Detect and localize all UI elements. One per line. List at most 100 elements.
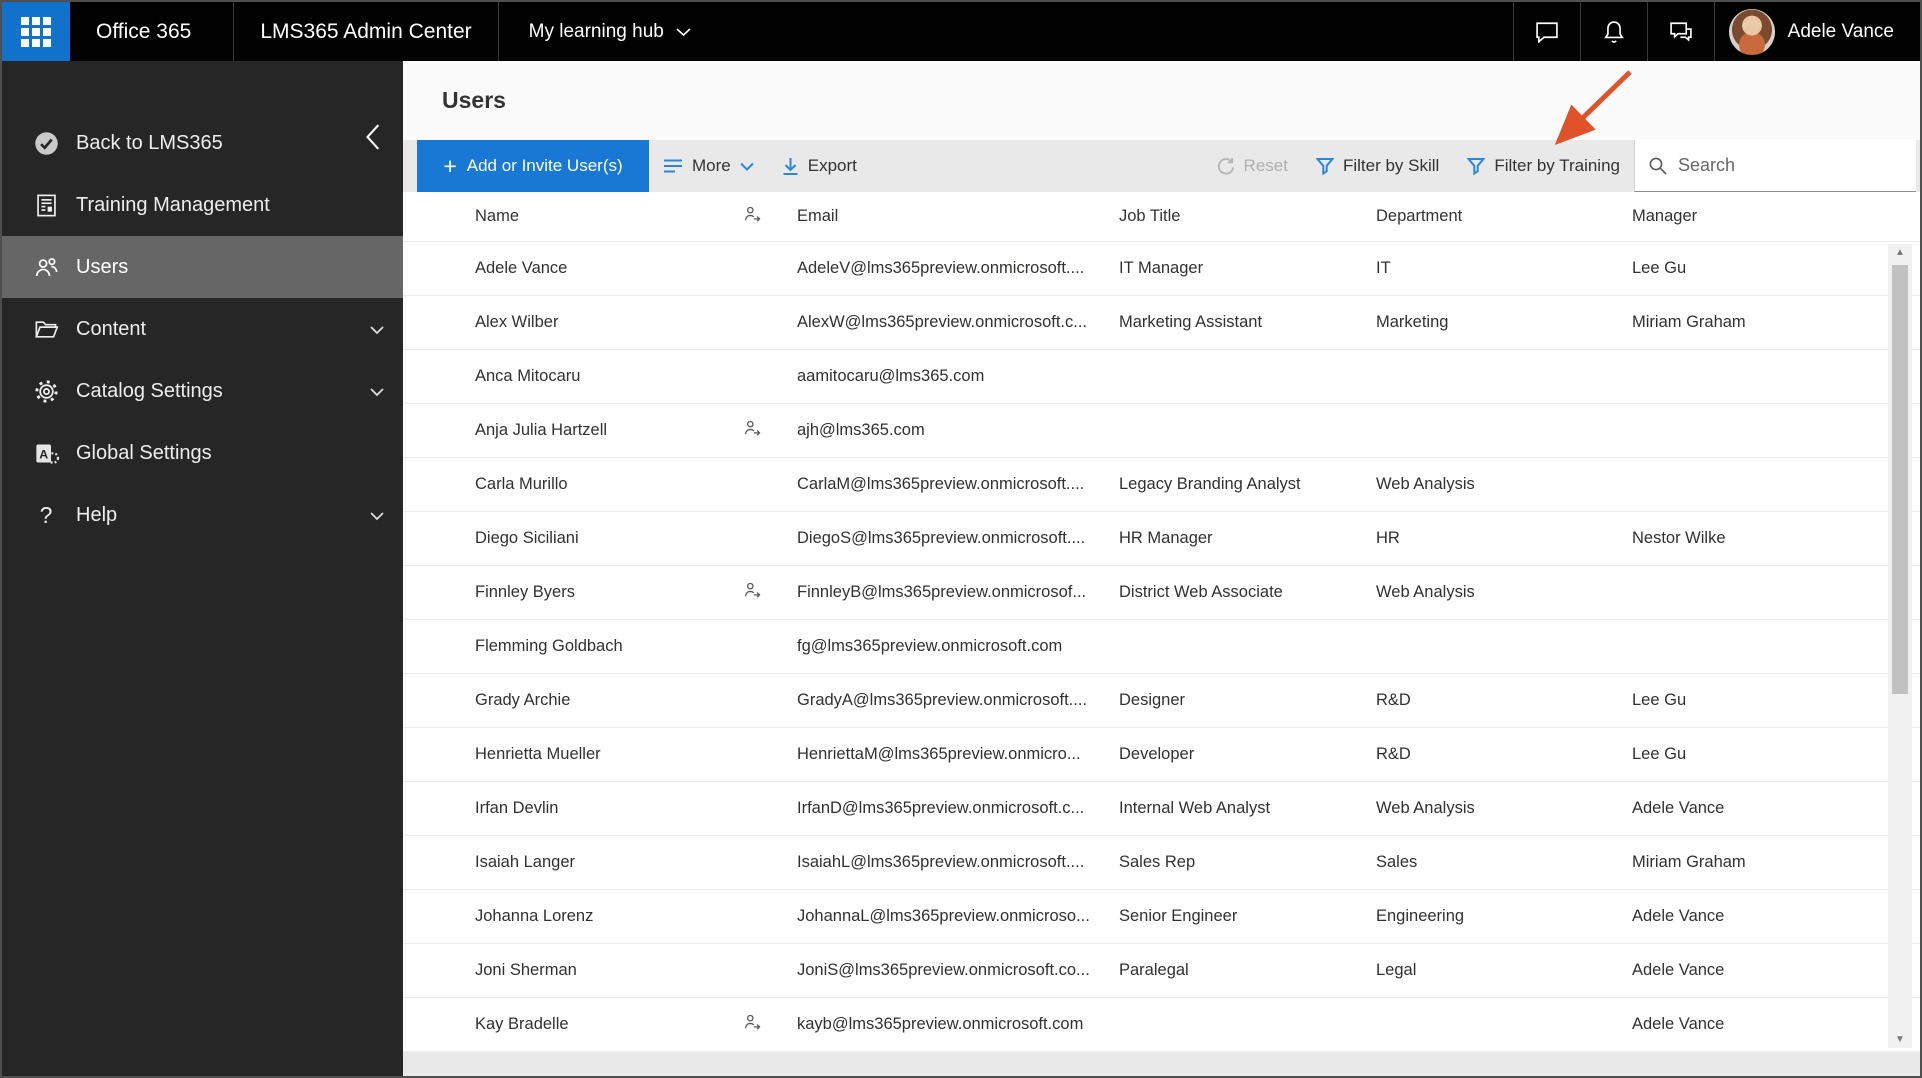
- bell-icon[interactable]: [1581, 2, 1647, 61]
- topbar-divider: [1713, 2, 1715, 61]
- sidebar-item-catalog-settings[interactable]: Catalog Settings: [2, 360, 403, 422]
- guest-user-icon: [742, 580, 797, 606]
- job-title-cell: District Web Associate: [1119, 583, 1283, 601]
- chat-icon[interactable]: [1514, 2, 1580, 61]
- department-cell: R&D: [1376, 691, 1411, 709]
- department-cell: IT: [1376, 259, 1391, 277]
- user-name-cell: Isaiah Langer: [475, 853, 575, 871]
- feedback-icon[interactable]: [1648, 2, 1714, 61]
- email-cell: CarlaM@lms365preview.onmicrosoft....: [797, 475, 1085, 493]
- reset-button[interactable]: Reset: [1201, 140, 1302, 192]
- hub-menu[interactable]: My learning hub: [529, 21, 691, 43]
- filter-funnel-icon: [1467, 157, 1486, 175]
- email-cell: kayb@lms365preview.onmicrosoft.com: [797, 1015, 1084, 1033]
- job-title-cell: Legacy Branding Analyst: [1119, 475, 1301, 493]
- question-icon: ?: [39, 501, 53, 528]
- email-cell: JoniS@lms365preview.onmicrosoft.co...: [797, 961, 1090, 979]
- column-header-name[interactable]: Name: [475, 207, 742, 226]
- table-row[interactable]: Finnley Byers FinnleyB@lms365preview.onm…: [403, 566, 1920, 620]
- filter-by-training-button[interactable]: Filter by Training: [1453, 140, 1634, 192]
- chevron-left-icon: [366, 124, 380, 150]
- table-row[interactable]: Anja Julia Hartzell ajh@lms365.com: [403, 404, 1920, 458]
- reset-refresh-icon: [1217, 158, 1234, 175]
- table-row[interactable]: Irfan Devlin IrfanD@lms365preview.onmicr…: [403, 782, 1920, 836]
- department-cell: Engineering: [1376, 907, 1465, 925]
- job-title-cell: Designer: [1119, 691, 1186, 709]
- scroll-down-icon[interactable]: ▼: [1888, 1031, 1912, 1048]
- manager-cell: Adele Vance: [1632, 1015, 1725, 1033]
- scroll-up-icon[interactable]: ▲: [1888, 244, 1912, 261]
- sidebar-item-back-to-lms365[interactable]: Back to LMS365: [2, 112, 403, 174]
- add-or-invite-users-button[interactable]: + Add or Invite User(s): [417, 140, 649, 192]
- lms365-admin-window: Office 365 LMS365 Admin Center My learni…: [0, 0, 1922, 1078]
- email-cell: JohannaL@lms365preview.onmicroso...: [797, 907, 1090, 925]
- department-cell: Web Analysis: [1376, 583, 1475, 601]
- table-row[interactable]: Alex Wilber AlexW@lms365preview.onmicros…: [403, 296, 1920, 350]
- table-row[interactable]: Diego Siciliani DiegoS@lms365preview.onm…: [403, 512, 1920, 566]
- app-title: LMS365 Admin Center: [260, 19, 472, 43]
- sidebar-item-help[interactable]: ? Help: [2, 484, 403, 546]
- table-header-row: Name Email Job Title Department Manager: [403, 192, 1920, 242]
- people-icon: [32, 253, 60, 281]
- page-title: Users: [442, 87, 506, 113]
- table-row[interactable]: Adele Vance AdeleV@lms365preview.onmicro…: [403, 242, 1920, 296]
- department-cell: Sales: [1376, 853, 1418, 871]
- manager-cell: Adele Vance: [1632, 907, 1725, 925]
- check-circle-icon: [32, 129, 60, 157]
- manager-cell: Lee Gu: [1632, 745, 1687, 763]
- department-cell: Legal: [1376, 961, 1417, 979]
- user-avatar[interactable]: [1728, 8, 1775, 55]
- sidebar-item-training-management[interactable]: Training Management: [2, 174, 403, 236]
- job-title-cell: IT Manager: [1119, 259, 1204, 277]
- table-row[interactable]: Johanna Lorenz JohannaL@lms365preview.on…: [403, 890, 1920, 944]
- sidebar-collapse-button[interactable]: [361, 121, 387, 156]
- filter-by-skill-button[interactable]: Filter by Skill: [1302, 140, 1453, 192]
- sidebar-item-label: Back to LMS365: [76, 131, 223, 154]
- search-box: [1634, 140, 1916, 192]
- email-cell: IsaiahL@lms365preview.onmicrosoft....: [797, 853, 1085, 871]
- manager-cell: Lee Gu: [1632, 691, 1687, 709]
- column-header-job-title[interactable]: Job Title: [1119, 207, 1376, 226]
- email-cell: aamitocaru@lms365.com: [797, 367, 985, 385]
- user-name-cell: Diego Siciliani: [475, 529, 579, 547]
- department-cell: Marketing: [1376, 313, 1449, 331]
- search-input[interactable]: [1678, 155, 1878, 176]
- table-row[interactable]: Isaiah Langer IsaiahL@lms365preview.onmi…: [403, 836, 1920, 890]
- user-name-cell: Kay Bradelle: [475, 1015, 569, 1033]
- sidebar-item-content[interactable]: Content: [2, 298, 403, 360]
- column-header-department[interactable]: Department: [1376, 207, 1632, 226]
- toolbar: + Add or Invite User(s) More Export Rese…: [403, 140, 1920, 192]
- export-button[interactable]: Export: [768, 140, 871, 192]
- table-row[interactable]: Kay Bradelle kayb@lms365preview.onmicros…: [403, 998, 1920, 1052]
- table-row[interactable]: Flemming Goldbach fg@lms365preview.onmic…: [403, 620, 1920, 674]
- table-row[interactable]: Anca Mitocaru aamitocaru@lms365.com: [403, 350, 1920, 404]
- table-row[interactable]: Joni Sherman JoniS@lms365preview.onmicro…: [403, 944, 1920, 998]
- sidebar-item-label: Training Management: [76, 193, 270, 216]
- table-row[interactable]: Henrietta Mueller HenriettaM@lms365previ…: [403, 728, 1920, 782]
- vertical-scrollbar[interactable]: ▲ ▼: [1888, 244, 1912, 1048]
- sidebar-item-users[interactable]: Users: [2, 236, 403, 298]
- global-settings-icon: A: [32, 439, 60, 467]
- department-cell: HR: [1376, 529, 1400, 547]
- more-button[interactable]: More: [649, 140, 768, 192]
- office-365-brand[interactable]: Office 365: [70, 20, 233, 44]
- column-header-manager[interactable]: Manager: [1632, 207, 1920, 226]
- search-icon: [1649, 157, 1667, 175]
- more-lines-icon: [664, 159, 682, 173]
- app-launcher-icon[interactable]: [2, 2, 70, 61]
- guest-user-icon: [742, 418, 797, 444]
- job-title-cell: Paralegal: [1119, 961, 1189, 979]
- gear-icon: [32, 377, 60, 405]
- manager-cell: Nestor Wilke: [1632, 529, 1726, 547]
- table-row[interactable]: Carla Murillo CarlaM@lms365preview.onmic…: [403, 458, 1920, 512]
- user-name-cell: Finnley Byers: [475, 583, 575, 601]
- scrollbar-thumb[interactable]: [1892, 265, 1908, 694]
- user-name[interactable]: Adele Vance: [1788, 21, 1920, 43]
- bottom-strip: [403, 1052, 1920, 1076]
- department-cell: R&D: [1376, 745, 1411, 763]
- table-row[interactable]: Grady Archie GradyA@lms365preview.onmicr…: [403, 674, 1920, 728]
- user-name-cell: Joni Sherman: [475, 961, 577, 979]
- training-report-icon: [32, 191, 60, 219]
- column-header-email[interactable]: Email: [797, 207, 1119, 226]
- sidebar-item-global-settings[interactable]: A Global Settings: [2, 422, 403, 484]
